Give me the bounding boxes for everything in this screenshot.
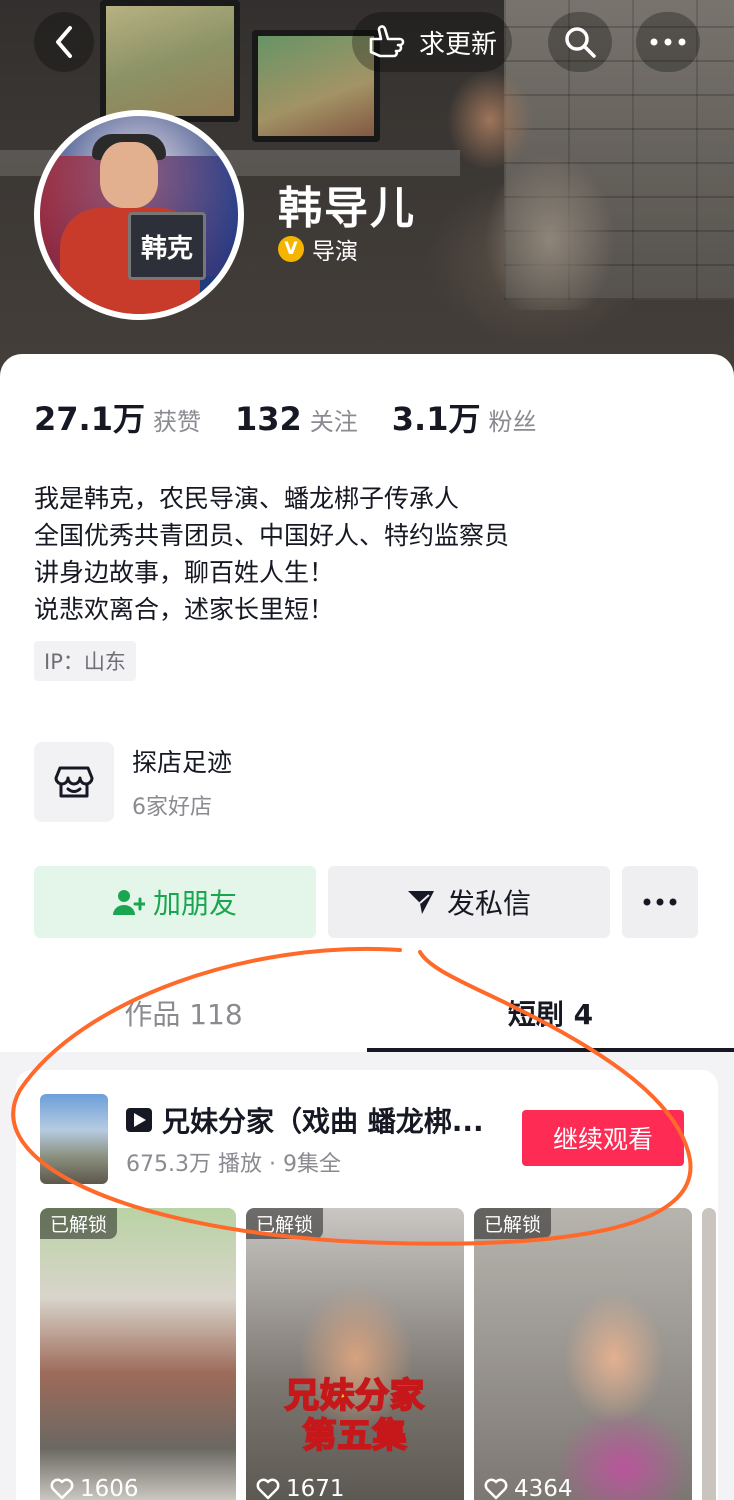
banner-episode: 第五集 [302,1415,408,1457]
stat-value: 132 [234,400,302,438]
heart-icon [484,1478,508,1500]
profile-actions: 加朋友 发私信 [34,866,698,938]
drama-series-card[interactable]: 兄妹分家（戏曲 蟠龙梆... 675.3万 播放 · 9集全 继续观看 已解锁 … [16,1070,718,1500]
back-button[interactable] [34,12,94,72]
avatar-bag: 韩克 [128,212,206,280]
footprint-title: 探店足迹 [132,748,233,777]
search-icon [565,27,596,58]
stat-following[interactable]: 132 关注 [235,400,358,438]
shop-icon [34,742,114,822]
episode-list: 已解锁 1606 已解锁 兄妹分家 第五集 1671 已解锁 4364 [40,1208,716,1500]
bio-line: 说悲欢离合，述家长里短！ [34,595,335,624]
add-user-icon [112,890,145,915]
bio-line: 我是韩克，农民导演、蟠龙梆子传承人 [34,484,460,513]
role-label: 导演 [312,239,358,265]
unlocked-tag: 已解锁 [246,1208,324,1239]
episode-likes: 1671 [256,1476,345,1500]
heart-icon [256,1478,280,1500]
send-message-label: 发私信 [446,887,531,920]
profile-nickname: 韩导儿 [278,183,416,234]
bio-line: 讲身边故事，聊百姓人生！ [34,558,335,587]
episode-banner: 兄妹分家 第五集 [270,1375,440,1457]
add-friend-label: 加朋友 [152,887,237,920]
request-update-button[interactable]: 求更新 [352,12,512,72]
add-friend-button[interactable]: 加朋友 [34,866,316,938]
bio-line: 全国优秀共青团员、中国好人、特约监察员 [34,521,510,550]
profile-role: V 导演 [278,232,358,266]
drama-cover-thumbnail[interactable] [40,1094,108,1184]
search-button[interactable] [548,12,612,72]
drama-title-row: 兄妹分家（戏曲 蟠龙梆... [126,1100,506,1140]
stat-likes[interactable]: 27.1万 获赞 [34,394,201,440]
banner-title: 兄妹分家 [284,1375,425,1417]
profile-stats: 27.1万 获赞 132 关注 3.1万 粉丝 [34,394,570,440]
stat-followers[interactable]: 3.1万 粉丝 [392,394,537,440]
continue-watching-button[interactable]: 继续观看 [522,1110,684,1166]
episode-likes: 1606 [50,1476,139,1500]
back-arrow-icon [56,26,72,58]
drama-title: 兄妹分家（戏曲 蟠龙梆... [162,1105,484,1138]
episode-thumbnail[interactable]: 已解锁 1606 [40,1208,236,1500]
episode-thumbnail-partial[interactable] [702,1208,716,1500]
episode-thumbnail[interactable]: 已解锁 4364 [474,1208,692,1500]
verified-icon: V [278,236,304,262]
profile-bio: 我是韩克，农民导演、蟠龙梆子传承人 全国优秀共青团员、中国好人、特约监察员 讲身… [34,480,509,628]
likes-count: 1671 [286,1476,345,1500]
raise-hand-icon [369,25,405,58]
play-logo-icon [126,1108,152,1132]
more-dots-icon [650,38,686,46]
store-footprint-entry[interactable]: 探店足迹 6家好店 [34,742,232,822]
stat-label: 粉丝 [488,408,537,436]
stat-label: 关注 [309,408,358,436]
send-message-button[interactable]: 发私信 [328,866,610,938]
unlocked-tag: 已解锁 [474,1208,552,1239]
more-dots-icon [643,898,677,906]
unlocked-tag: 已解锁 [40,1208,118,1239]
tab-dramas[interactable]: 短剧 4 [367,974,734,1052]
request-update-label: 求更新 [418,29,497,60]
avatar-bag-text: 韩克 [140,233,193,264]
avatar-face [100,142,158,208]
likes-count: 1606 [80,1476,139,1500]
drama-meta: 675.3万 播放 · 9集全 [126,1152,341,1177]
ip-location-tag: IP：山东 [34,641,136,681]
more-actions-button[interactable] [622,866,698,938]
episode-likes: 4364 [484,1476,573,1500]
footprint-subtitle: 6家好店 [132,795,212,820]
avatar[interactable]: 韩克 [34,110,244,320]
stat-label: 获赞 [152,408,201,436]
stat-value: 3.1万 [391,400,481,438]
stat-value: 27.1万 [34,400,145,438]
heart-icon [50,1478,74,1500]
likes-count: 4364 [514,1476,573,1500]
tab-works[interactable]: 作品 118 [0,974,367,1052]
episode-thumbnail[interactable]: 已解锁 兄妹分家 第五集 1671 [246,1208,464,1500]
profile-tabs: 作品 118 短剧 4 [0,974,734,1052]
send-icon [407,891,434,914]
more-menu-button[interactable] [636,12,700,72]
